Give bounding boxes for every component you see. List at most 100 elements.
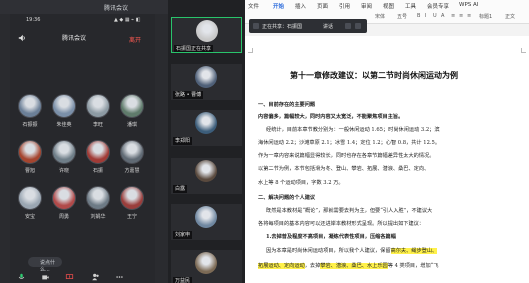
share-stop-icon[interactable] <box>355 23 361 29</box>
video-tile[interactable]: 李郑阳 <box>171 110 242 146</box>
video-avatar <box>195 160 217 182</box>
document-line[interactable]: 作为一章内容来说篇幅显得较长，同时也存在各章节篇幅差异性太大的情况。 <box>258 152 434 159</box>
ribbon-tab[interactable]: 开始 <box>273 2 284 10</box>
ribbon-tab[interactable]: 审阅 <box>361 2 372 10</box>
ribbon-tab[interactable]: 引用 <box>339 2 350 10</box>
ribbon-tab[interactable]: 工具 <box>405 2 416 10</box>
participant-name: 方嘉慧 <box>124 168 140 174</box>
ribbon-tool[interactable]: B <box>417 13 420 19</box>
document-line-text: 作为一章内容来说篇幅显得较长，同时也存在各章节篇幅差异性太大的情况。 <box>258 153 435 159</box>
participant-tile[interactable]: 王宁 <box>114 186 150 228</box>
highlighted-text: 攀岩、潜浪、桑巴、水上乐园 <box>320 263 388 269</box>
ribbon-tool[interactable]: ≡ <box>459 13 463 19</box>
members-icon[interactable] <box>90 273 101 281</box>
ribbon-tab[interactable]: 会员专享 <box>427 2 449 10</box>
document-title[interactable]: 第十一章修改建议：以第二节时尚休闲运动为例 <box>290 70 458 81</box>
participant-tile[interactable]: 石振 <box>80 140 116 182</box>
participant-tile[interactable]: 方嘉慧 <box>114 140 150 182</box>
ribbon-tool[interactable]: 五号 <box>397 13 407 20</box>
ribbon-tool[interactable]: A <box>441 13 444 19</box>
participant-tile[interactable]: 石振振 <box>12 94 48 136</box>
meeting-header: 腾讯会议 离开 <box>10 25 155 53</box>
ribbon-tab[interactable]: 文件 <box>248 2 259 10</box>
video-tile[interactable]: 张路 • 曹傅 <box>171 64 242 100</box>
share-status-label: 正在共享：石振国 <box>262 24 303 30</box>
document-line[interactable]: 经统计，目前本章节教分别为：一般休闲运动 1.65；时尚休闲运动 3.2；滨 <box>266 126 440 133</box>
participant-name: 许晓 <box>58 168 69 174</box>
avatar <box>86 94 110 118</box>
video-tile-label: 李郑阳 <box>173 137 193 145</box>
participant-tile[interactable]: 朱佳英 <box>46 94 82 136</box>
document-line[interactable]: 内容偏多，篇幅较大，同时内容又太宽泛，不能聚焦项目主旨。 <box>258 113 403 120</box>
leave-button[interactable]: 离开 <box>129 35 141 44</box>
document-line-text: 海休闲运动 2.2；沙滩草原 2.1；冰雪 1.4；定位 1.2；心智 0.8，… <box>258 140 441 146</box>
video-tile-label: 石振国正在共享 <box>174 45 214 52</box>
participant-name: 朱佳英 <box>56 122 72 128</box>
participant-tile[interactable]: 李旺 <box>80 94 116 136</box>
ribbon-tab[interactable]: WPS AI <box>459 2 478 8</box>
document-line[interactable]: 拓展运动、定向运动，去掉攀岩、潜浪、桑巴、水上乐园等 4 类项目，增加“飞 <box>258 262 439 269</box>
document-line-text: ，去掉 <box>304 263 321 269</box>
avatar <box>86 140 110 164</box>
video-avatar <box>196 20 218 42</box>
ribbon-tool[interactable]: 宋体 <box>375 13 385 20</box>
document-line-text: 各将每项目的基本内容可以还进岸本教材形式呈现。所以提出如下建议： <box>258 221 425 227</box>
video-tile[interactable]: 石振国正在共享 <box>171 17 242 53</box>
document-line[interactable]: 因为本章是时尚休闲运动项目，所以我个人建议，保留高尔夫、绳步登山、 <box>266 247 438 254</box>
participant-tile[interactable]: 周勇 <box>46 186 82 228</box>
ribbon-tool[interactable]: 标题1 <box>479 13 492 20</box>
meeting-name[interactable]: 腾讯会议 <box>62 33 86 42</box>
ribbon-tool[interactable]: ≡ <box>451 13 455 19</box>
document-line[interactable]: 以第二节为例，本节包括滑为冬、登山、攀岩、拓展、潜浪、桑巴、定向、 <box>258 165 429 172</box>
document-line[interactable]: 1.去掉普及程度不高项目，凝练代表性项目，压缩各篇幅 <box>266 233 396 240</box>
more-icon[interactable] <box>114 273 125 281</box>
participant-name: 石振 <box>92 168 103 174</box>
ribbon-tool[interactable]: I <box>425 13 426 19</box>
participant-tile[interactable]: 刘娟华 <box>80 186 116 228</box>
video-tile-label: 万益民 <box>173 277 193 283</box>
mic-icon[interactable] <box>16 273 27 281</box>
video-tile[interactable]: 白露 <box>171 158 242 194</box>
participant-name: 潘琪 <box>126 122 137 128</box>
speaker-icon[interactable] <box>18 34 26 42</box>
document-line[interactable]: 各将每项目的基本内容可以还进岸本教材形式呈现。所以提出如下建议： <box>258 220 424 227</box>
participant-tile[interactable]: 曹旭 <box>12 140 48 182</box>
ribbon-tool[interactable]: ≡ <box>467 13 471 19</box>
document-line[interactable]: 一、目前存在的主要问题 <box>258 101 315 108</box>
status-bar: 19:36 ▲ ◆ ▦ ⌁ ◧ <box>26 17 141 23</box>
video-tile[interactable]: 万益民 <box>171 250 242 283</box>
document-line-text: 等 4 类项目，增加“飞 <box>387 263 439 269</box>
document-line-text: 内容偏多，篇幅较大，同时内容又太宽泛，不能聚焦项目主旨。 <box>258 114 404 120</box>
share-screen-icon[interactable] <box>64 273 75 281</box>
document-line-text: 以第二节为例，本节包括滑为冬、登山、攀岩、拓展、潜浪、桑巴、定向、 <box>258 166 430 172</box>
ribbon-tool[interactable]: 正文 <box>505 13 515 20</box>
share-control-icon[interactable] <box>345 23 351 29</box>
ribbon-tool[interactable]: U <box>433 13 437 19</box>
document-line[interactable]: 海休闲运动 2.2；沙滩草原 2.1；冰雪 1.4；定位 1.2；心智 0.8，… <box>258 139 440 146</box>
screen: 腾讯会议 19:36 ▲ ◆ ▦ ⌁ ◧ 腾讯会议 离开 石振振 朱佳英 李旺 潘琪曹… <box>0 0 529 283</box>
document-line[interactable]: 水上等 8 个运动项目，字数 3.2 万。 <box>258 179 344 186</box>
document-line[interactable]: 既然是本教材是“概论”，那就需要去判为主，但要“引人入胜”，不建议大 <box>266 207 432 214</box>
ribbon-tab[interactable]: 页面 <box>317 2 328 10</box>
participant-tile[interactable]: 安宝 <box>12 186 48 228</box>
video-avatar <box>195 252 217 274</box>
participant-tile[interactable]: 许晓 <box>46 140 82 182</box>
chat-input-bubble[interactable]: 说点什么... <box>28 257 62 273</box>
document-line-text: 二、解决问题的个人建议 <box>258 195 316 201</box>
video-strip: 石振国正在共享张路 • 曹傅李郑阳白露刘家申万益民 <box>168 0 245 283</box>
highlighted-text: 高尔夫、绳步登山、 <box>390 248 438 254</box>
ribbon-tab[interactable]: 视图 <box>383 2 394 10</box>
camera-icon[interactable] <box>40 273 51 281</box>
ribbon-tab[interactable]: 插入 <box>295 2 306 10</box>
video-avatar <box>195 206 217 228</box>
status-icons: ▲ ◆ ▦ ⌁ ◧ <box>114 17 141 23</box>
participant-name: 刘娟华 <box>90 214 106 220</box>
video-tile-label: 白露 <box>173 185 188 193</box>
document-line[interactable]: 二、解决问题的个人建议 <box>258 194 315 201</box>
video-tile[interactable]: 刘家申 <box>171 204 242 240</box>
meeting-window: 19:36 ▲ ◆ ▦ ⌁ ◧ 腾讯会议 离开 石振振 朱佳英 李旺 潘琪曹旭 许晓 石振… <box>0 14 168 283</box>
margin-mark <box>521 48 526 53</box>
margin-mark <box>248 48 253 53</box>
participant-tile[interactable]: 潘琪 <box>114 94 150 136</box>
share-extra-label[interactable]: 讲话 <box>323 23 333 30</box>
